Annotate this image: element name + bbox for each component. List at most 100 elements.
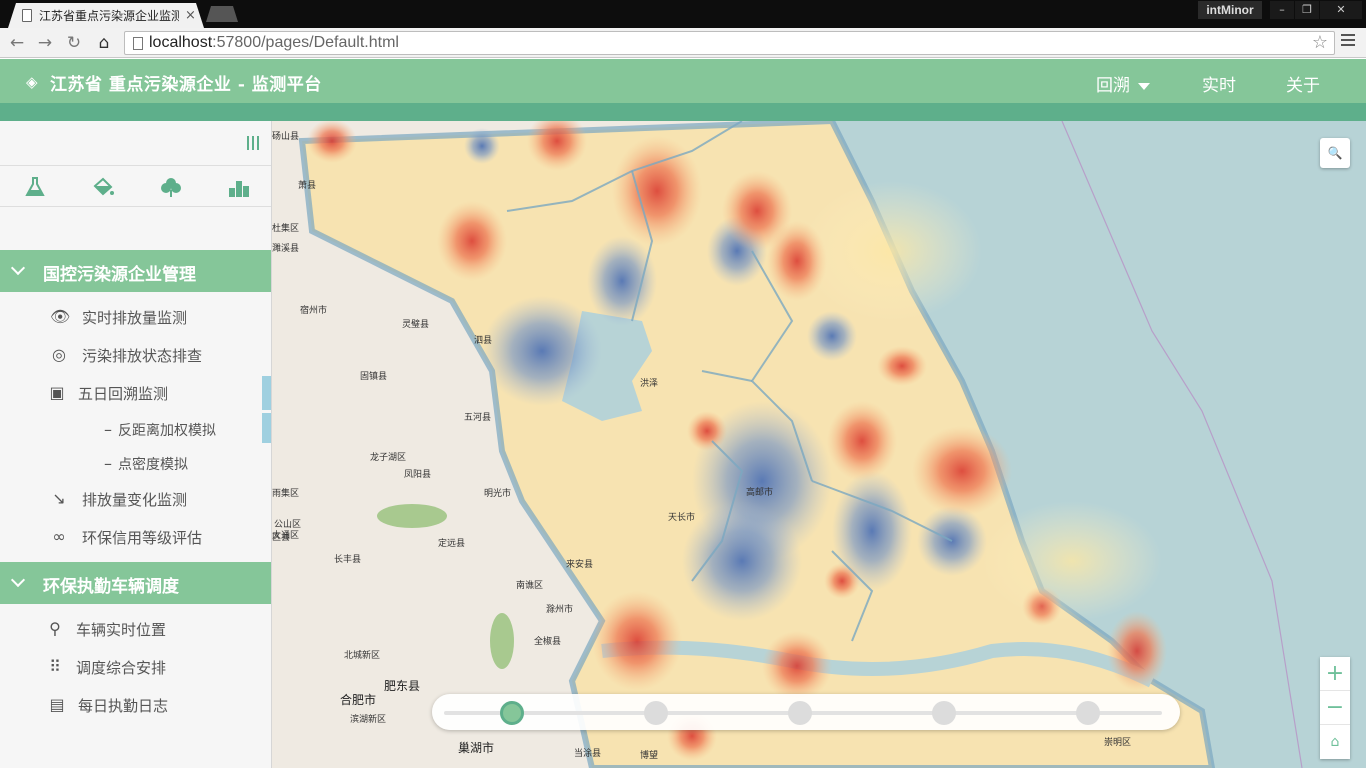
menu-item-label: 点密度模拟 — [118, 457, 188, 473]
sidebar-collapse-icon[interactable] — [247, 136, 259, 150]
menu-item-label: 污染排放状态排查 — [82, 347, 203, 365]
tool-row — [0, 165, 271, 207]
menu-item-label: 调度综合安排 — [76, 659, 167, 677]
menu-item-label: 反距离加权模拟 — [118, 423, 216, 439]
time-slider[interactable] — [432, 694, 1180, 730]
map-view[interactable]: 萧县 宿州市 灵璧县 泗县 固镇县 五河县 龙子湖区 凤阳县 明光市 天长市 定… — [272, 121, 1366, 768]
map-label: 当涂县 — [574, 749, 602, 759]
map-label: 合肥市 — [340, 693, 377, 707]
header-subbar — [0, 103, 1366, 121]
menu-item-dot-density[interactable]: – 点密度模拟 — [0, 447, 262, 481]
clipboard-icon: ▤ — [49, 695, 65, 714]
calendar-icon: ▣ — [49, 383, 65, 402]
tab-title: 江苏省重点污染源企业监测 — [39, 9, 179, 23]
browser-tab[interactable]: 江苏省重点污染源企业监测 × — [8, 3, 204, 28]
menu-item-label: 环保信用等级评估 — [82, 529, 203, 547]
nav-retrace[interactable]: 回溯 — [1096, 71, 1150, 96]
reload-icon[interactable]: ↻ — [63, 32, 85, 54]
section-header-pollution[interactable]: 国控污染源企业管理 — [0, 250, 271, 292]
layers-icon: ◈ — [26, 73, 38, 91]
bar-chart-icon[interactable] — [227, 176, 251, 198]
menu-item-vehicle-location[interactable]: ⚲ 车辆实时位置 — [0, 612, 262, 646]
target-icon: ◎ — [52, 345, 66, 364]
trend-down-icon: ↘ — [52, 489, 66, 508]
slider-stop[interactable] — [788, 701, 812, 725]
nav-about[interactable]: 关于 — [1286, 71, 1320, 96]
map-label: 北城新区 — [344, 651, 381, 661]
zoom-in-button[interactable]: + — [1320, 657, 1350, 691]
menu-item-label: 每日执勤日志 — [78, 697, 169, 715]
user-badge: intMinor — [1198, 1, 1262, 19]
zoom-out-button[interactable]: − — [1320, 691, 1350, 725]
chevron-down-icon — [10, 572, 26, 588]
map-label: 雨集区 — [272, 489, 300, 499]
map-label: 固镇县 — [360, 372, 388, 382]
slider-stop[interactable] — [1076, 701, 1100, 725]
paint-bucket-icon[interactable] — [91, 176, 115, 198]
infinity-icon: ∞ — [52, 527, 66, 546]
map-label: 崇明区 — [1104, 738, 1132, 748]
page-icon — [22, 9, 32, 22]
browser-toolbar: ← → ↻ ⌂ localhost:57800/pages/Default.ht… — [0, 28, 1366, 58]
heatmap-layer — [298, 121, 1366, 768]
tree-icon[interactable] — [159, 176, 183, 198]
map-label: 天长市 — [668, 513, 696, 523]
map-label: 五河县 — [464, 413, 492, 423]
map-label: 长丰县 — [334, 555, 362, 565]
browser-tab-strip: 江苏省重点污染源企业监测 × intMinor – ❐ ✕ — [0, 0, 1366, 28]
menu-item-duty-log[interactable]: ▤ 每日执勤日志 — [0, 688, 262, 722]
tab-close-icon[interactable]: × — [185, 8, 196, 23]
dash-icon: – — [104, 420, 112, 439]
slider-stop[interactable] — [932, 701, 956, 725]
menu-item-realtime-emission[interactable]: 👁 实时排放量监测 — [0, 300, 262, 334]
new-tab-button[interactable] — [206, 6, 238, 22]
home-icon[interactable]: ⌂ — [93, 32, 115, 54]
map-label: 濉溪县 — [272, 244, 300, 254]
menu-item-emission-change[interactable]: ↘ 排放量变化监测 — [0, 482, 262, 516]
home-extent-icon[interactable]: ⌂ — [1320, 725, 1350, 759]
map-label: 灵璧县 — [402, 320, 430, 330]
map-label: 定远县 — [438, 539, 466, 549]
menu-item-credit-rating[interactable]: ∞ 环保信用等级评估 — [0, 520, 262, 554]
section-header-vehicles[interactable]: 环保执勤车辆调度 — [0, 562, 271, 604]
flask-icon[interactable] — [23, 176, 47, 198]
map-label: 明光市 — [484, 489, 512, 499]
map-label: 宿州市 — [300, 306, 328, 316]
close-window-button[interactable]: ✕ — [1320, 1, 1362, 19]
map-label: 萧县 — [298, 181, 317, 191]
slider-stop[interactable] — [644, 701, 668, 725]
slider-stop-active[interactable] — [500, 701, 524, 725]
minimize-button[interactable]: – — [1270, 1, 1294, 19]
map-label: 砀山县 — [272, 132, 300, 142]
menu-item-label: 五日回溯监测 — [78, 385, 169, 403]
map-label: 全椒县 — [534, 637, 562, 647]
menu-item-idw-simulation[interactable]: – 反距离加权模拟 — [0, 413, 262, 447]
bookmark-star-icon[interactable]: ☆ — [1312, 32, 1328, 53]
map-label: 滨湖新区 — [350, 715, 387, 725]
forward-icon[interactable]: → — [34, 32, 56, 54]
menu-item-status-check[interactable]: ◎ 污染排放状态排查 — [0, 338, 262, 372]
map-label: 肥东县 — [384, 679, 421, 693]
map-label: 博望 — [640, 751, 659, 761]
map-label: 凤阳县 — [404, 470, 432, 480]
url-text: localhost:57800/pages/Default.html — [149, 34, 399, 51]
zoom-control: + − ⌂ — [1320, 657, 1350, 759]
grid-icon: ⠿ — [49, 657, 61, 676]
back-icon[interactable]: ← — [6, 32, 28, 54]
file-icon — [133, 37, 143, 50]
map-label: 龙子湖区 — [370, 453, 407, 463]
map-search-icon[interactable]: 🔍 — [1320, 138, 1350, 168]
map-label: 南谯区 — [516, 581, 544, 591]
nav-realtime[interactable]: 实时 — [1202, 71, 1236, 96]
menu-item-label: 实时排放量监测 — [82, 309, 188, 327]
address-bar[interactable]: localhost:57800/pages/Default.html ☆ — [124, 31, 1335, 55]
map-label: 滁州市 — [546, 605, 574, 615]
map-label: 泗县 — [474, 336, 493, 346]
map-pin-icon: ⚲ — [49, 619, 61, 638]
section-title: 国控污染源企业管理 — [43, 265, 196, 285]
menu-item-dispatch-plan[interactable]: ⠿ 调度综合安排 — [0, 650, 262, 684]
menu-item-five-day-retrace[interactable]: ▣ 五日回溯监测 — [0, 376, 262, 410]
restore-button[interactable]: ❐ — [1295, 1, 1319, 19]
app-header: ◈ 江苏省 重点污染源企业 - 监测平台 回溯 实时 关于 — [0, 59, 1366, 103]
browser-menu-icon[interactable] — [1341, 34, 1355, 52]
